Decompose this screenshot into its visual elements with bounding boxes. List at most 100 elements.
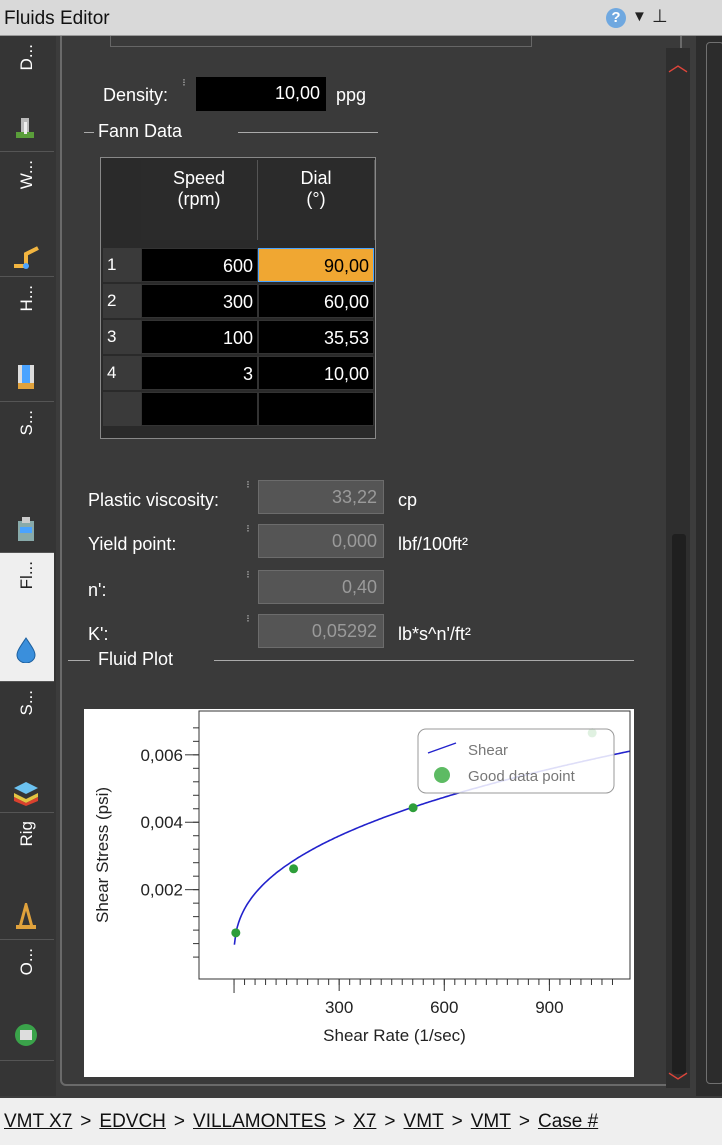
string-icon: [18, 517, 34, 541]
strata-icon: [14, 782, 38, 806]
speed-cell[interactable]: 300: [141, 284, 258, 318]
breadcrumb-separator: >: [334, 1111, 346, 1132]
side-tab-3[interactable]: H...: [0, 277, 54, 402]
k-prime-label: K':: [88, 624, 109, 644]
window-titlebar: Fluids Editor ? ▼ ⊥: [0, 0, 722, 36]
side-tab-label: S...: [17, 410, 36, 436]
scrollbar-thumb[interactable]: [672, 534, 686, 1074]
breadcrumb-separator: >: [451, 1111, 463, 1132]
yield-point-unit: lbf/100ft²: [398, 534, 469, 554]
y-tick-label: 0,004: [140, 813, 183, 832]
breadcrumb-link[interactable]: VMT X7: [4, 1111, 72, 1132]
side-tab-label: H...: [17, 285, 36, 312]
yield-point-field: 0,000: [258, 524, 384, 558]
breadcrumb-link[interactable]: EDVCH: [99, 1111, 166, 1132]
fluid-plot-label: Fluid Plot: [98, 649, 174, 669]
pin-icon[interactable]: ⊥: [652, 6, 668, 27]
side-tab-6[interactable]: S...: [0, 682, 54, 813]
side-tab-label: Fl...: [17, 561, 36, 590]
column-header-speed: Speed (rpm): [141, 160, 258, 240]
dial-cell[interactable]: 60,00: [258, 284, 374, 318]
group-line: [238, 132, 378, 133]
new-speed-cell[interactable]: [141, 392, 258, 426]
n-prime-label: n':: [88, 580, 107, 600]
side-tab-label: O...: [17, 948, 36, 976]
side-tab-5-fluids[interactable]: Fl...: [0, 553, 54, 682]
plastic-viscosity-field: 33,22: [258, 480, 384, 514]
x-tick-label: 300: [325, 998, 353, 1017]
side-tab-8[interactable]: O...: [0, 940, 54, 1061]
breadcrumb: VMT X7 > EDVCH > VILLAMONTES > X7 > VMT > VMT > Case…: [0, 1098, 722, 1145]
breadcrumb-link[interactable]: Case #: [538, 1111, 598, 1132]
grip-icon: ⠇: [246, 480, 253, 490]
side-tab-label: W...: [17, 160, 36, 190]
new-dial-cell[interactable]: [258, 392, 374, 426]
x-axis-label: Shear Rate (1/sec): [323, 1026, 466, 1045]
side-tab-1[interactable]: D...: [0, 36, 54, 152]
column-header-unit: (°): [306, 189, 326, 209]
row-index[interactable]: 4: [103, 356, 141, 390]
plastic-viscosity-label: Plastic viscosity:: [88, 490, 220, 510]
side-tab-4[interactable]: S...: [0, 402, 54, 553]
grip-icon: ⠇: [246, 614, 253, 624]
hole-icon: [18, 365, 34, 389]
speed-cell[interactable]: 100: [141, 320, 258, 354]
speed-cell[interactable]: 600: [141, 248, 258, 282]
new-row-index[interactable]: [103, 392, 141, 426]
fann-data-table: Speed (rpm) Dial (°) 1 600 90,00 2 300 6…: [100, 157, 376, 439]
vertical-scrollbar[interactable]: ︿ ﹀: [666, 48, 690, 1094]
breadcrumb-separator: >: [80, 1111, 92, 1132]
good-data-point: [289, 864, 299, 874]
speed-cell[interactable]: 3: [141, 356, 258, 390]
breadcrumb-separator: >: [384, 1111, 396, 1132]
fann-data-label: Fann Data: [98, 121, 183, 141]
fluid-drop-icon: [16, 637, 36, 663]
row-index[interactable]: 3: [103, 320, 141, 354]
row-index[interactable]: 2: [103, 284, 141, 318]
scrolled-row-remnant: [110, 36, 532, 47]
dial-cell[interactable]: 35,53: [258, 320, 374, 354]
help-icon[interactable]: ?: [606, 8, 626, 28]
side-tab-label: D...: [17, 44, 36, 71]
side-tab-7-rig[interactable]: Rig: [0, 813, 54, 940]
dial-cell[interactable]: 90,00: [258, 248, 374, 282]
side-tab-strip: D... W... H... S... Fl... S... Rig O...: [0, 36, 56, 1096]
breadcrumb-link[interactable]: VILLAMONTES: [193, 1111, 326, 1132]
scroll-up-icon[interactable]: ︿: [668, 48, 688, 77]
x-tick-label: 900: [535, 998, 563, 1017]
side-tab-label: S...: [17, 690, 36, 716]
side-tab-label: Rig: [17, 821, 36, 847]
breadcrumb-link[interactable]: VMT: [404, 1111, 444, 1132]
plastic-viscosity-unit: cp: [398, 490, 418, 510]
column-header-line: Dial: [300, 168, 332, 188]
density-unit: ppg: [336, 85, 367, 105]
breadcrumb-separator: >: [173, 1111, 186, 1132]
grip-icon: ⠇: [246, 570, 253, 580]
column-header-line: Speed: [172, 168, 226, 188]
yield-point-label: Yield point:: [88, 534, 177, 554]
density-input[interactable]: 10,00: [196, 77, 326, 111]
group-line: [214, 660, 634, 661]
breadcrumb-link[interactable]: VMT: [471, 1111, 511, 1132]
wellpath-icon: [14, 246, 39, 269]
row-index[interactable]: 1: [103, 248, 141, 282]
window-menu-arrow-icon[interactable]: ▼: [632, 8, 647, 25]
side-tab-2[interactable]: W...: [0, 152, 54, 277]
scroll-down-icon[interactable]: ﹀: [668, 1066, 688, 1095]
group-line: [84, 132, 94, 133]
good-data-point: [231, 928, 241, 938]
dial-cell[interactable]: 10,00: [258, 356, 374, 390]
operations-icon: [15, 1024, 37, 1046]
n-prime-field: 0,40: [258, 570, 384, 604]
group-line: [68, 660, 90, 661]
k-prime-field: 0,05292: [258, 614, 384, 648]
legend-label-good-data-point: Good data point: [468, 768, 576, 785]
breadcrumb-link[interactable]: X7: [353, 1111, 376, 1132]
window-title: Fluids Editor: [4, 8, 110, 29]
fluid-plot-svg: 0,002 0,004 0,006 300 600 900 Shear Rate (1/se…: [93, 710, 631, 1045]
column-header-unit: (rpm): [177, 189, 221, 209]
y-axis-label: Shear Stress (psi): [93, 787, 112, 923]
y-tick-label: 0,006: [140, 746, 183, 765]
breadcrumb-separator: >: [518, 1111, 530, 1132]
k-prime-unit: lb*s^n'/ft²: [398, 624, 471, 644]
